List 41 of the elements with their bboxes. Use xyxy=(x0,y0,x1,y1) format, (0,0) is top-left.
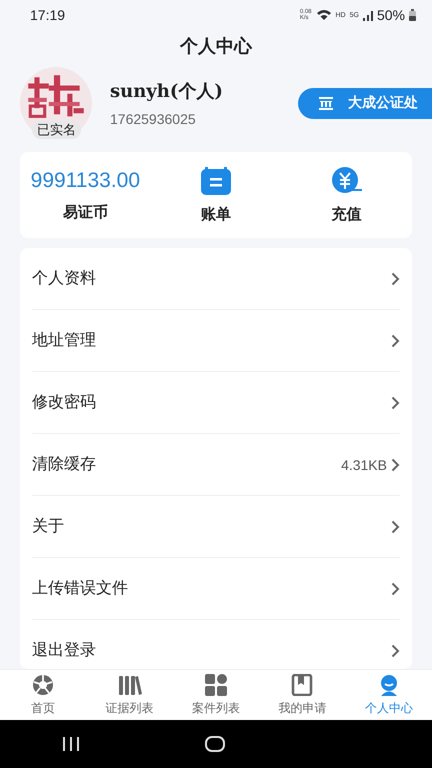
chevron-right-icon xyxy=(391,458,400,472)
chevron-right-icon xyxy=(391,272,400,286)
book-icon xyxy=(291,674,314,696)
stat-button[interactable]: 账单 xyxy=(201,166,231,224)
page-title: 个人中心 xyxy=(180,35,252,58)
books-icon xyxy=(118,674,142,696)
home-icon[interactable] xyxy=(204,736,225,752)
yen-coin-icon xyxy=(330,166,364,194)
user-name: sunyh(个人) xyxy=(110,80,224,103)
battery-percent: 50% xyxy=(376,7,405,23)
menu-item[interactable]: 个人资料 xyxy=(32,248,400,310)
battery-icon xyxy=(409,9,416,21)
stat-button[interactable]: 充值 xyxy=(330,166,364,224)
chevron-right-icon xyxy=(391,644,400,658)
nav-tab[interactable]: 证据列表 xyxy=(86,670,173,720)
chevron-right-icon xyxy=(391,582,400,596)
menu-item[interactable]: 地址管理 xyxy=(32,310,400,372)
bank-icon xyxy=(318,96,334,110)
chevron-right-icon xyxy=(391,396,400,410)
menu-item[interactable]: 清除缓存 4.31KB xyxy=(32,434,400,496)
bill-icon xyxy=(201,166,231,194)
grid-icon xyxy=(205,674,228,696)
menu-item[interactable]: 关于 xyxy=(32,496,400,558)
verified-badge: 已实名 xyxy=(32,121,81,139)
phone-number: 17625936025 xyxy=(110,111,197,127)
aperture-icon xyxy=(32,674,54,696)
signal-icon xyxy=(362,10,373,20)
nav-tab[interactable]: 首页 xyxy=(0,670,86,720)
menu-item[interactable]: 修改密码 xyxy=(32,372,400,434)
chevron-right-icon xyxy=(391,520,400,534)
stat-label: 易证币 xyxy=(62,202,108,222)
nav-tab[interactable]: 个人中心 xyxy=(346,670,432,720)
nav-tab[interactable]: 我的申请 xyxy=(259,670,346,720)
chevron-right-icon xyxy=(391,334,400,348)
nav-tab[interactable]: 案件列表 xyxy=(172,670,260,720)
menu-item[interactable]: 上传错误文件 xyxy=(32,558,400,620)
status-time: 17:19 xyxy=(30,7,66,23)
notary-office-button[interactable]: 大成公证处 xyxy=(298,88,432,118)
wifi-icon xyxy=(316,9,332,21)
recent-apps-icon[interactable] xyxy=(62,736,80,752)
coin-balance: 9991133.00 xyxy=(30,168,140,192)
